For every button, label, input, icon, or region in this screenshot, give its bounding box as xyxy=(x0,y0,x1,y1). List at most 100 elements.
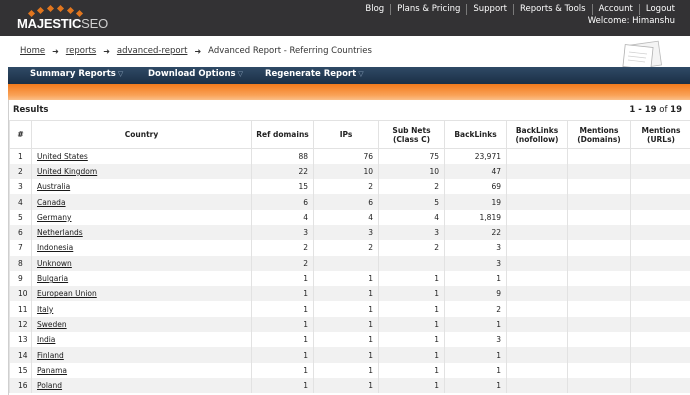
majestic-seo-logo[interactable]: MAJESTICSEO xyxy=(17,4,117,33)
row-index: 7 xyxy=(9,240,32,256)
nav-link-reports-tools[interactable]: Reports & Tools xyxy=(512,3,592,15)
table-row: 14 Finland 1 1 1 1 xyxy=(9,347,690,363)
column-header-mentions-urls[interactable]: Mentions (URLs) xyxy=(630,120,690,149)
nav-link-support[interactable]: Support xyxy=(466,3,513,15)
mentions-domains-cell xyxy=(567,301,631,317)
breadcrumb-advanced-report[interactable]: advanced-report xyxy=(117,46,188,56)
breadcrumb-home[interactable]: Home xyxy=(20,46,45,56)
country-link[interactable]: Netherlands xyxy=(37,228,83,237)
column-header-backlinks-nofollow[interactable]: BackLinks (nofollow) xyxy=(506,120,568,149)
column-header-backlinks[interactable]: BackLinks xyxy=(444,120,507,149)
nav-link-plans-pricing[interactable]: Plans & Pricing xyxy=(390,3,466,15)
country-link[interactable]: Australia xyxy=(37,182,70,191)
breadcrumb-current-page: Advanced Report - Referring Countries xyxy=(208,46,372,56)
country-link[interactable]: Italy xyxy=(37,305,53,314)
backlinks-cell: 1 xyxy=(444,347,507,363)
ref-domains-cell: 6 xyxy=(251,194,314,210)
country-link[interactable]: Poland xyxy=(37,381,62,390)
ref-domains-cell: 15 xyxy=(251,179,314,195)
mentions-domains-cell xyxy=(567,148,631,164)
column-header-index[interactable]: # xyxy=(9,120,32,149)
row-index: 13 xyxy=(9,332,32,348)
mentions-domains-cell xyxy=(567,316,631,333)
row-index: 10 xyxy=(9,286,32,302)
breadcrumb-arrow-icon: ➜ xyxy=(52,46,59,56)
nav-link-logout[interactable]: Logout xyxy=(638,3,681,15)
nav-link-blog[interactable]: Blog xyxy=(359,4,390,15)
country-link[interactable]: Bulgaria xyxy=(37,274,68,283)
mentions-urls-cell xyxy=(630,270,690,287)
country-link[interactable]: Germany xyxy=(37,213,71,222)
ref-domains-cell: 1 xyxy=(251,316,314,333)
ref-domains-cell: 1 xyxy=(251,332,314,348)
country-link[interactable]: India xyxy=(37,335,55,344)
ips-cell: 1 xyxy=(313,270,379,287)
ref-domains-cell: 1 xyxy=(251,362,314,378)
ref-domains-cell: 22 xyxy=(251,163,314,180)
country-link[interactable]: Panama xyxy=(37,366,67,375)
column-header-subnets[interactable]: Sub Nets (Class C) xyxy=(378,120,445,149)
country-cell: Finland xyxy=(31,347,252,363)
country-link[interactable]: United States xyxy=(37,152,88,161)
menu-regenerate-report[interactable]: Regenerate Report ▽ xyxy=(265,69,364,79)
row-index: 6 xyxy=(9,224,32,241)
country-link[interactable]: United Kingdom xyxy=(37,167,97,176)
backlinks-nofollow-cell xyxy=(506,270,568,287)
breadcrumb-arrow-icon: ➜ xyxy=(194,46,202,56)
subnets-cell: 2 xyxy=(378,179,445,195)
backlinks-cell: 1 xyxy=(444,316,507,333)
subnets-cell: 1 xyxy=(378,286,445,302)
column-header-ref-domains[interactable]: Ref domains xyxy=(251,120,314,149)
mentions-urls-cell xyxy=(630,332,690,348)
menu-summary-reports[interactable]: Summary Reports ▽ xyxy=(30,69,123,79)
country-link[interactable]: European Union xyxy=(37,289,97,298)
logo-text: MAJESTICSEO xyxy=(17,16,108,31)
report-menu-bar: Summary Reports ▽ Download Options ▽ Regen… xyxy=(8,67,690,84)
subnets-cell: 1 xyxy=(378,347,445,363)
country-link[interactable]: Sweden xyxy=(37,320,67,329)
country-cell: Bulgaria xyxy=(31,270,252,287)
row-index: 9 xyxy=(9,270,32,287)
backlinks-cell: 3 xyxy=(444,332,507,348)
backlinks-cell: 3 xyxy=(444,240,507,256)
country-link[interactable]: Canada xyxy=(37,198,66,207)
country-cell: Australia xyxy=(31,179,252,195)
chevron-down-icon: ▽ xyxy=(237,70,243,78)
backlinks-cell: 1 xyxy=(444,377,507,394)
country-cell: Panama xyxy=(31,362,252,378)
backlinks-cell: 22 xyxy=(444,224,507,241)
country-cell: Unknown xyxy=(31,255,252,271)
column-header-ips[interactable]: IPs xyxy=(313,120,379,149)
ref-domains-cell: 3 xyxy=(251,224,314,241)
table-row: 2 United Kingdom 22 10 10 47 xyxy=(9,163,690,180)
country-cell: Netherlands xyxy=(31,224,252,241)
nav-link-account[interactable]: Account xyxy=(591,3,639,15)
results-heading: Results xyxy=(13,105,49,115)
ips-cell: 3 xyxy=(313,224,379,241)
mentions-urls-cell xyxy=(630,347,690,363)
breadcrumb-reports[interactable]: reports xyxy=(66,46,96,56)
mentions-urls-cell xyxy=(630,224,690,241)
country-link[interactable]: Unknown xyxy=(37,259,72,268)
column-header-mentions-domains[interactable]: Mentions (Domains) xyxy=(567,120,631,149)
backlinks-nofollow-cell xyxy=(506,163,568,180)
welcome-user-text: Welcome: Himanshu xyxy=(587,16,675,26)
subnets-cell: 1 xyxy=(378,316,445,333)
table-row: 6 Netherlands 3 3 3 22 xyxy=(9,224,690,241)
country-cell: Canada xyxy=(31,194,252,210)
breadcrumb-arrow-icon: ➜ xyxy=(103,46,110,56)
backlinks-nofollow-cell xyxy=(506,148,568,164)
ref-domains-cell: 88 xyxy=(251,148,314,164)
ref-domains-cell: 1 xyxy=(251,286,314,302)
subnets-cell: 1 xyxy=(378,301,445,317)
ips-cell: 6 xyxy=(313,194,379,210)
country-link[interactable]: Finland xyxy=(37,351,64,360)
mentions-urls-cell xyxy=(630,377,690,394)
mentions-domains-cell xyxy=(567,347,631,363)
subnets-cell: 4 xyxy=(378,209,445,225)
mentions-domains-cell xyxy=(567,179,631,195)
country-cell: United Kingdom xyxy=(31,163,252,180)
column-header-country[interactable]: Country xyxy=(31,120,252,149)
country-link[interactable]: Indonesia xyxy=(37,243,73,252)
menu-download-options[interactable]: Download Options ▽ xyxy=(148,69,243,79)
